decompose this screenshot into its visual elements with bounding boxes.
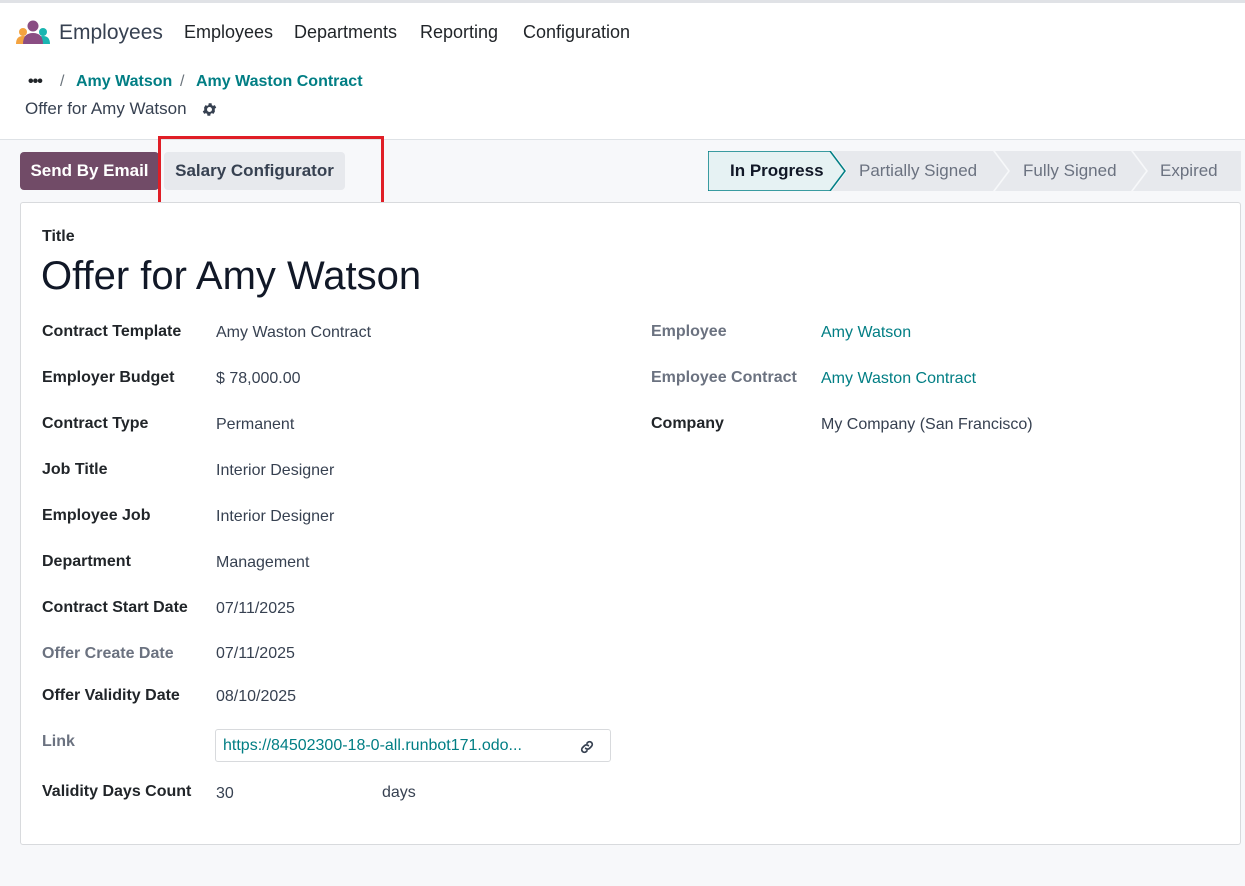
offer-create-date-label: Offer Create Date <box>42 645 174 662</box>
form-sheet: Title Offer for Amy Watson Contract Temp… <box>20 202 1241 845</box>
employee-job-field[interactable]: Interior Designer <box>216 508 334 526</box>
app-name[interactable]: Employees <box>59 21 163 45</box>
department-label: Department <box>42 553 131 570</box>
employee-label: Employee <box>651 323 727 340</box>
breadcrumb-separator: / <box>180 73 185 90</box>
contract-type-field[interactable]: Permanent <box>216 416 294 434</box>
menu-configuration[interactable]: Configuration <box>523 22 630 43</box>
title-field[interactable]: Offer for Amy Watson <box>41 254 421 299</box>
stage-partially-signed[interactable]: Partially Signed <box>859 161 977 181</box>
title-label: Title <box>42 228 75 245</box>
offer-link[interactable]: https://84502300-18-0-all.runbot171.odo.… <box>223 737 522 755</box>
top-navbar: Employees Employees Departments Reportin… <box>0 3 1245 61</box>
employee-field[interactable]: Amy Watson <box>821 324 911 342</box>
link-label: Link <box>42 733 75 750</box>
breadcrumb-ellipsis[interactable]: ••• <box>28 73 43 91</box>
offer-create-date-field: 07/11/2025 <box>216 645 295 662</box>
job-title-field[interactable]: Interior Designer <box>216 462 334 480</box>
department-field[interactable]: Management <box>216 554 309 572</box>
gear-icon[interactable] <box>201 101 218 118</box>
link-icon[interactable] <box>579 739 595 755</box>
stage-expired[interactable]: Expired <box>1160 161 1218 181</box>
validity-days-count-label: Validity Days Count <box>42 783 192 800</box>
employer-budget-field[interactable]: $ 78,000.00 <box>216 370 301 388</box>
employee-job-label: Employee Job <box>42 507 151 524</box>
salary-configurator-button[interactable]: Salary Configurator <box>164 152 345 190</box>
offer-validity-date-field[interactable]: 08/10/2025 <box>216 688 296 706</box>
send-by-email-button[interactable]: Send By Email <box>20 152 159 190</box>
breadcrumb-contract[interactable]: Amy Waston Contract <box>196 73 363 91</box>
employees-app-icon[interactable] <box>15 19 51 45</box>
contract-type-label: Contract Type <box>42 415 149 432</box>
offer-validity-date-label: Offer Validity Date <box>42 687 180 704</box>
stage-in-progress[interactable]: In Progress <box>730 161 824 181</box>
menu-reporting[interactable]: Reporting <box>420 22 498 43</box>
link-field: https://84502300-18-0-all.runbot171.odo.… <box>215 729 611 762</box>
breadcrumb-separator: / <box>60 73 65 90</box>
company-label: Company <box>651 415 724 432</box>
breadcrumb-employee[interactable]: Amy Watson <box>76 73 172 91</box>
validity-days-unit: days <box>382 784 416 801</box>
job-title-label: Job Title <box>42 461 108 478</box>
menu-employees[interactable]: Employees <box>184 22 273 43</box>
employee-contract-field[interactable]: Amy Waston Contract <box>821 370 976 388</box>
company-field[interactable]: My Company (San Francisco) <box>821 416 1033 434</box>
contract-template-label: Contract Template <box>42 323 182 340</box>
control-panel: ••• / Amy Watson / Amy Waston Contract O… <box>0 61 1245 140</box>
employee-contract-label: Employee Contract <box>651 369 797 386</box>
menu-departments[interactable]: Departments <box>294 22 397 43</box>
validity-days-count-field[interactable]: 30 <box>216 785 234 803</box>
stage-fully-signed[interactable]: Fully Signed <box>1023 161 1117 181</box>
contract-template-field[interactable]: Amy Waston Contract <box>216 324 371 342</box>
contract-start-date-label: Contract Start Date <box>42 599 188 616</box>
status-bar: In Progress Partially Signed Fully Signe… <box>708 151 1241 191</box>
employer-budget-label: Employer Budget <box>42 369 175 386</box>
breadcrumb-current-record: Offer for Amy Watson <box>25 99 187 118</box>
contract-start-date-field[interactable]: 07/11/2025 <box>216 600 295 618</box>
